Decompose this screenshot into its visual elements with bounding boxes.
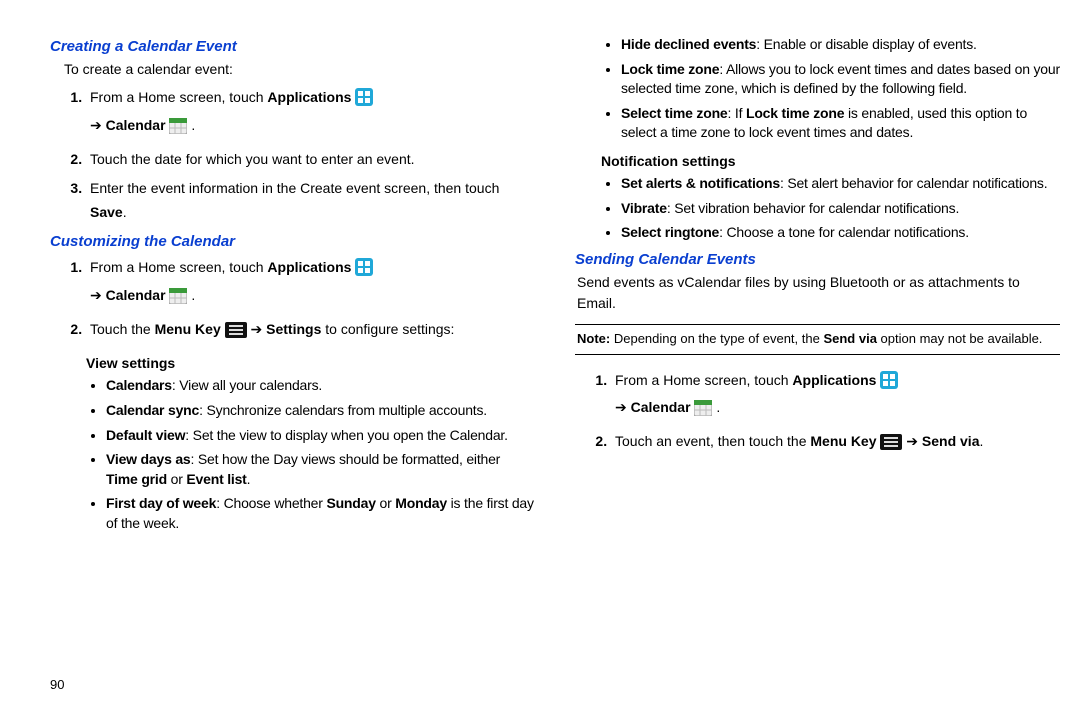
left-column: Creating a Calendar Event To create a ca…: [50, 30, 535, 710]
subhead-notif: Notification settings: [601, 153, 1060, 169]
calendar-icon: [694, 400, 712, 424]
calendar-icon: [169, 118, 187, 142]
sending-intro: Send events as vCalendar files by using …: [577, 272, 1060, 314]
step-1: From a Home screen, touch Applications ➔…: [86, 86, 535, 142]
section-creating: Creating a Calendar Event: [50, 38, 535, 55]
menu-key-icon: [225, 322, 247, 346]
applications-icon: [355, 88, 373, 114]
intro-text: To create a calendar event:: [64, 59, 535, 80]
section-customizing: Customizing the Calendar: [50, 233, 535, 250]
vs-viewdays: View days as: Set how the Day views shou…: [106, 450, 535, 489]
applications-icon: [355, 258, 373, 284]
calendar-icon: [169, 288, 187, 312]
step-3: Enter the event information in the Creat…: [86, 177, 535, 225]
note-box: Note: Depending on the type of event, th…: [575, 324, 1060, 355]
send-step-1: From a Home screen, touch Applications ➔…: [611, 369, 1060, 425]
cust-step-1: From a Home screen, touch Applications ➔…: [86, 256, 535, 312]
vs2-lock: Lock time zone: Allows you to lock event…: [621, 60, 1060, 99]
vs-default: Default view: Set the view to display wh…: [106, 426, 535, 446]
right-column: Hide declined events: Enable or disable …: [575, 30, 1060, 710]
step-2: Touch the date for which you want to ent…: [86, 148, 535, 172]
send-step-2: Touch an event, then touch the Menu Key …: [611, 430, 1060, 458]
subhead-view-settings: View settings: [86, 355, 535, 371]
cust-step-2: Touch the Menu Key ➔ Settings to configu…: [86, 318, 535, 346]
vs2-hide: Hide declined events: Enable or disable …: [621, 35, 1060, 55]
page-number: 90: [50, 677, 64, 692]
vs-calendars: Calendars: View all your calendars.: [106, 376, 535, 396]
vs2-select: Select time zone: If Lock time zone is e…: [621, 104, 1060, 143]
vs-firstday: First day of week: Choose whether Sunday…: [106, 494, 535, 533]
vs-sync: Calendar sync: Synchronize calendars fro…: [106, 401, 535, 421]
menu-key-icon: [880, 434, 902, 458]
ns-alerts: Set alerts & notifications: Set alert be…: [621, 174, 1060, 194]
ns-vibrate: Vibrate: Set vibration behavior for cale…: [621, 199, 1060, 219]
section-sending: Sending Calendar Events: [575, 251, 1060, 268]
ns-ringtone: Select ringtone: Choose a tone for calen…: [621, 223, 1060, 243]
applications-icon: [880, 371, 898, 397]
